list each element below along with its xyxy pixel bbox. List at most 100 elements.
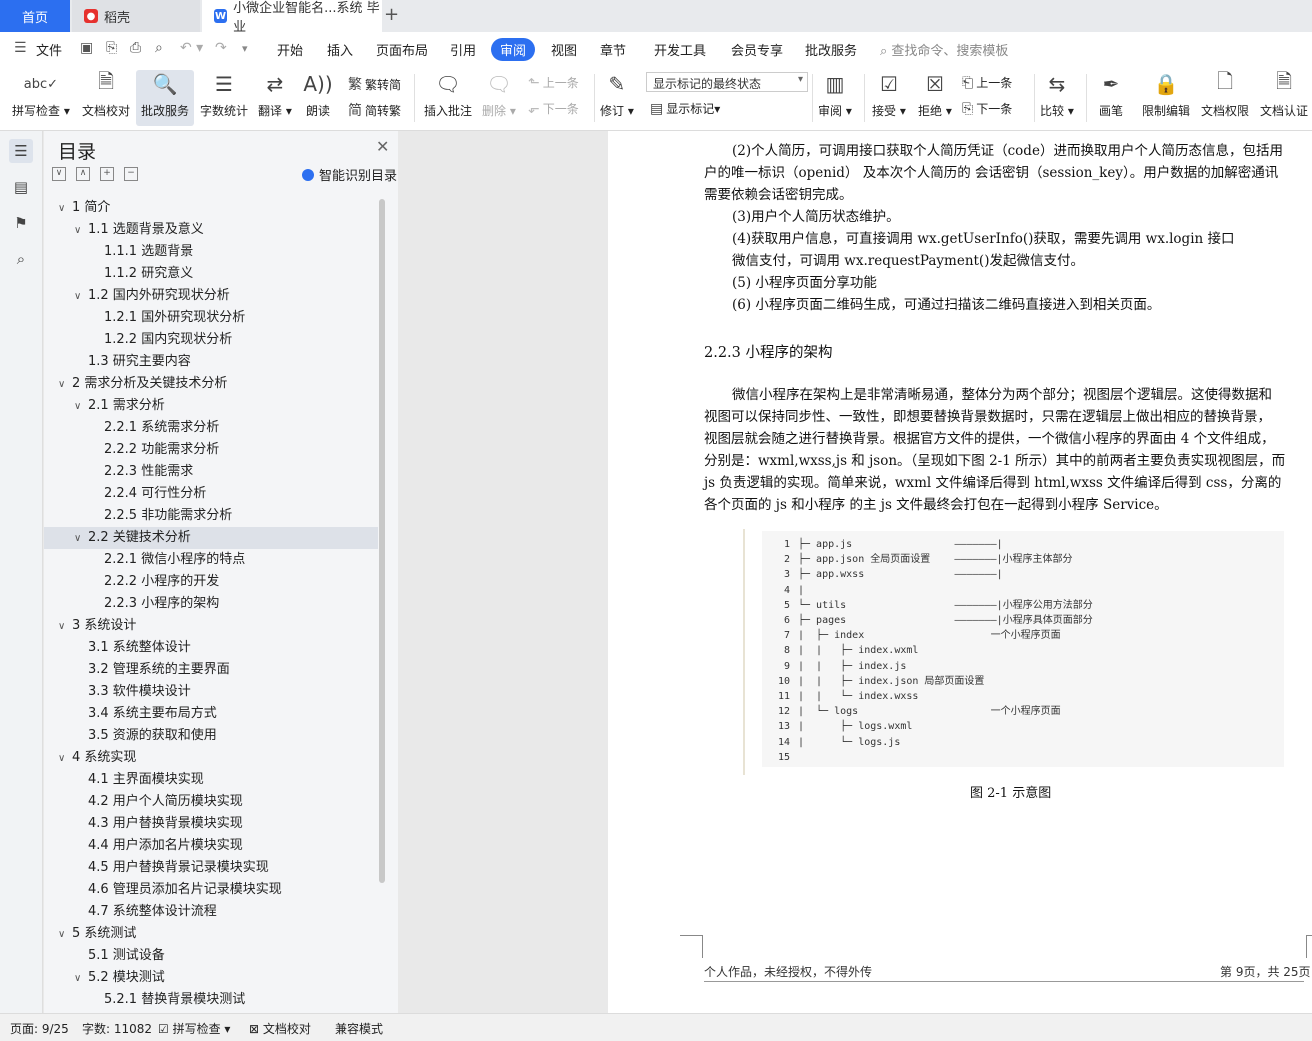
menu-file[interactable]: 文件: [36, 40, 62, 59]
toc-item[interactable]: 2.2.2 小程序的开发: [44, 571, 378, 593]
new-tab-button[interactable]: +: [384, 4, 399, 25]
toc-item[interactable]: 2.2.5 非功能需求分析: [44, 505, 378, 527]
hamburger-icon[interactable]: ☰: [14, 40, 27, 56]
toc-item[interactable]: 4.4 用户添加名片模块实现: [44, 835, 378, 857]
tab-document[interactable]: W 小微企业智能名...系统 毕业: [202, 0, 382, 35]
search-icon[interactable]: ⌕: [9, 247, 33, 271]
compare-button[interactable]: ⇆ 比较 ▾: [1040, 70, 1074, 126]
toc-icon[interactable]: ☰: [9, 139, 33, 163]
prev-change-button[interactable]: ⎗ 上一条: [962, 74, 1012, 91]
pen-button[interactable]: ✒ 画笔: [1096, 70, 1126, 126]
menu-insert[interactable]: 插入: [327, 40, 353, 59]
toc-item[interactable]: 4.2 用户个人简历模块实现: [44, 791, 378, 813]
toc-item[interactable]: 4.3 用户替换背景模块实现: [44, 813, 378, 835]
doc-auth-button[interactable]: 🗎 文档认证: [1260, 69, 1308, 126]
status-page[interactable]: 页面: 9/25: [10, 1020, 69, 1037]
smart-toc-button[interactable]: 智能识别目录: [302, 165, 397, 184]
toc-item[interactable]: 3.4 系统主要布局方式: [44, 703, 378, 725]
toc-item[interactable]: 3.3 软件模块设计: [44, 681, 378, 703]
toc-item[interactable]: ∨ 2.1 需求分析: [44, 395, 378, 417]
status-spellcheck[interactable]: ☑ 拼写检查 ▾: [158, 1020, 230, 1037]
status-proofread[interactable]: ⊠ 文档校对: [249, 1020, 311, 1037]
menu-start[interactable]: 开始: [277, 40, 303, 59]
toc-item[interactable]: 1.1.1 选题背景: [44, 241, 378, 263]
trad-to-simp-button[interactable]: 繁繁转简: [348, 74, 401, 94]
toc-item[interactable]: 1.2.2 国内究现状分析: [44, 329, 378, 351]
word-count-button[interactable]: ☰ 字数统计: [200, 70, 248, 126]
close-icon[interactable]: ✕: [376, 137, 389, 156]
toc-item[interactable]: ∨ 1.1 选题背景及意义: [44, 219, 378, 241]
read-aloud-button[interactable]: A)) 朗读: [303, 70, 333, 126]
tab-home[interactable]: 首页: [0, 0, 70, 32]
toc-item[interactable]: ∨ 1 简介: [44, 197, 378, 219]
status-word-count[interactable]: 字数: 11082: [82, 1020, 152, 1037]
simp-to-trad-button[interactable]: 简简转繁: [348, 100, 401, 120]
restrict-editing-button[interactable]: 🔒 限制编辑: [1142, 70, 1190, 126]
toc-item[interactable]: ∨ 4 系统实现: [44, 747, 378, 769]
menu-view[interactable]: 视图: [551, 40, 577, 59]
toc-item[interactable]: 5.2.1 替换背景模块测试: [44, 989, 378, 1005]
undo-icon[interactable]: ↶ ▾: [180, 40, 203, 56]
correction-service-button[interactable]: 🔍 批改服务: [136, 70, 194, 126]
toc-item[interactable]: 1.1.2 研究意义: [44, 263, 378, 285]
toc-scrollbar[interactable]: [379, 199, 385, 883]
toc-item[interactable]: 5.1 测试设备: [44, 945, 378, 967]
menu-page-layout[interactable]: 页面布局: [376, 40, 428, 59]
tab-docer[interactable]: ● 稻壳: [72, 0, 200, 32]
translate-button[interactable]: ⇄ 翻译 ▾: [258, 70, 292, 126]
review-pane-button[interactable]: ▥ 审阅 ▾: [818, 70, 852, 126]
reject-button[interactable]: ☒ 拒绝 ▾: [918, 70, 952, 126]
chevron-down-icon[interactable]: ∨: [58, 748, 72, 770]
toc-item[interactable]: ∨ 5.2 模块测试: [44, 967, 378, 989]
chevron-down-icon[interactable]: ∨: [58, 616, 72, 638]
toc-item[interactable]: 3.5 资源的获取和使用: [44, 725, 378, 747]
toc-item[interactable]: 4.6 管理员添加名片记录模块实现: [44, 879, 378, 901]
chevron-down-icon[interactable]: ∨: [58, 374, 72, 396]
chevron-down-icon[interactable]: ∨: [74, 968, 88, 990]
toc-item[interactable]: 4.7 系统整体设计流程: [44, 901, 378, 923]
toc-item[interactable]: 2.2.3 性能需求: [44, 461, 378, 483]
proofread-button[interactable]: 🗎 文档校对: [82, 69, 130, 126]
collapse-all-icon[interactable]: ∨: [52, 167, 66, 181]
toc-item[interactable]: 1.2.1 国外研究现状分析: [44, 307, 378, 329]
menu-references[interactable]: 引用: [450, 40, 476, 59]
toc-item[interactable]: 2.2.3 小程序的架构: [44, 593, 378, 615]
command-search[interactable]: ⌕ 查找命令、搜索模板: [880, 40, 1008, 59]
add-heading-icon[interactable]: +: [100, 167, 114, 181]
document-page[interactable]: · (2)个人简历，可调用接口获取个人简历凭证（code）进而换取用户个人简历态…: [608, 131, 1312, 1013]
insert-comment-button[interactable]: 🗨 插入批注: [424, 70, 472, 126]
show-markup-button[interactable]: ▤ 显示标记 ▾: [650, 100, 720, 117]
toc-item[interactable]: ∨ 2 需求分析及关键技术分析: [44, 373, 378, 395]
export-pdf-icon[interactable]: ⎘: [106, 40, 117, 56]
redo-icon[interactable]: ↷: [215, 40, 227, 56]
toc-item[interactable]: 1.3 研究主要内容: [44, 351, 378, 373]
toc-item[interactable]: 2.2.1 微信小程序的特点: [44, 549, 378, 571]
save-icon[interactable]: ▣: [80, 40, 93, 56]
menu-review[interactable]: 审阅: [491, 38, 536, 61]
toc-item[interactable]: 3.2 管理系统的主要界面: [44, 659, 378, 681]
toc-item[interactable]: 2.2.4 可行性分析: [44, 483, 378, 505]
toc-item[interactable]: ∨ 2.2 关键技术分析: [44, 527, 378, 549]
toc-item[interactable]: 2.2.2 功能需求分析: [44, 439, 378, 461]
chevron-down-icon[interactable]: ∨: [58, 198, 72, 220]
chevron-down-icon[interactable]: ∨: [74, 396, 88, 418]
toc-item[interactable]: 4.1 主界面模块实现: [44, 769, 378, 791]
track-changes-button[interactable]: ✎ 修订 ▾: [600, 70, 634, 126]
toc-item[interactable]: ∨ 3 系统设计: [44, 615, 378, 637]
chevron-down-icon[interactable]: ∨: [74, 286, 88, 308]
toc-item[interactable]: 2.2.1 系统需求分析: [44, 417, 378, 439]
more-qat-icon[interactable]: ▾: [242, 42, 248, 55]
accept-button[interactable]: ☑ 接受 ▾: [872, 70, 906, 126]
chevron-down-icon[interactable]: ∨: [58, 924, 72, 946]
menu-member[interactable]: 会员专享: [731, 40, 783, 59]
menu-section[interactable]: 章节: [600, 40, 626, 59]
next-comment-button[interactable]: ⬐ 下一条: [528, 100, 579, 117]
delete-comment-button[interactable]: 🗨 删除 ▾: [482, 70, 516, 126]
toc-item[interactable]: 4.5 用户替换背景记录模块实现: [44, 857, 378, 879]
menu-developer[interactable]: 开发工具: [654, 40, 706, 59]
prev-comment-button[interactable]: ⬑ 上一条: [528, 74, 579, 91]
spellcheck-button[interactable]: abc✓ 拼写检查 ▾: [12, 70, 70, 126]
bookmark-icon[interactable]: ⚑: [9, 211, 33, 235]
print-icon[interactable]: ⎙: [130, 40, 141, 56]
chevron-down-icon[interactable]: ∨: [74, 528, 88, 550]
